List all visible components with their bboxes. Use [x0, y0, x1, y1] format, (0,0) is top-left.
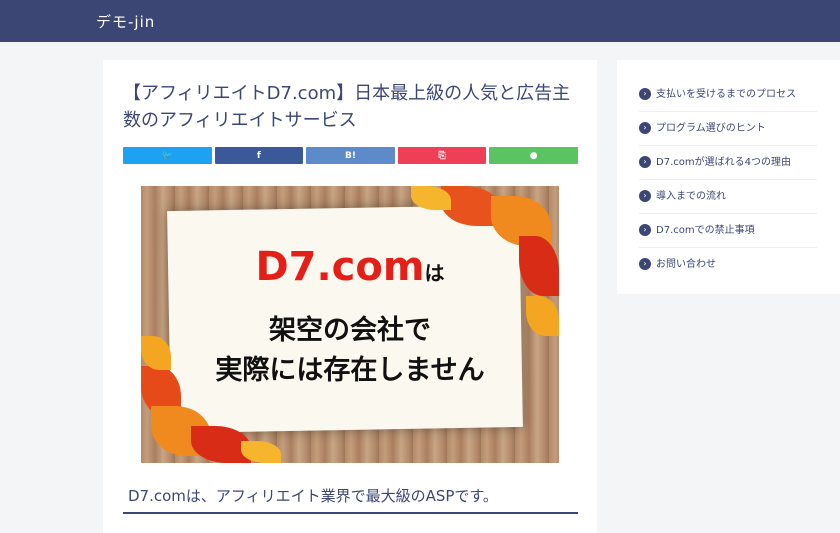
- sidebar-item-label: D7.comが選ばれる4つの理由: [656, 157, 791, 168]
- sidebar-item-four-reasons[interactable]: › D7.comが選ばれる4つの理由: [639, 146, 817, 180]
- sidebar-item-onboarding-flow[interactable]: › 導入までの流れ: [639, 180, 817, 214]
- sidebar-item-payment-process[interactable]: › 支払いを受けるまでのプロセス: [639, 79, 817, 112]
- hero-line-1: D7.comは: [141, 244, 559, 290]
- sidebar: › 支払いを受けるまでのプロセス › プログラム選びのヒント › D7.comが…: [617, 60, 840, 294]
- site-title[interactable]: デモ-jin: [96, 11, 155, 32]
- site-header: デモ-jin: [0, 0, 840, 42]
- hatena-icon: B!: [345, 150, 356, 161]
- sidebar-item-prohibited[interactable]: › D7.comでの禁止事項: [639, 214, 817, 248]
- facebook-icon: f: [256, 150, 261, 161]
- sidebar-item-label: 支払いを受けるまでのプロセス: [656, 89, 796, 100]
- chevron-right-icon: ›: [639, 258, 651, 270]
- share-facebook-button[interactable]: f: [214, 147, 304, 164]
- line-icon: ●: [529, 150, 538, 161]
- sidebar-item-contact[interactable]: › お問い合わせ: [639, 248, 817, 281]
- featured-image: D7.comは 架空の会社で 実際には存在しません: [141, 186, 559, 463]
- sidebar-menu: › 支払いを受けるまでのプロセス › プログラム選びのヒント › D7.comが…: [639, 79, 817, 281]
- hero-brand-text: D7.com: [255, 244, 425, 290]
- main-content: 【アフィリエイトD7.com】日本最上級の人気と広告主数のアフィリエイトサービス…: [103, 60, 597, 533]
- chevron-right-icon: ›: [639, 190, 651, 202]
- share-buttons: 🐦 f B! ⎘ ●: [123, 147, 578, 164]
- share-twitter-button[interactable]: 🐦: [123, 147, 212, 164]
- sidebar-item-label: 導入までの流れ: [656, 191, 726, 202]
- hero-line-2: 架空の会社で: [269, 315, 431, 346]
- chevron-right-icon: ›: [639, 88, 651, 100]
- sidebar-item-program-tips[interactable]: › プログラム選びのヒント: [639, 112, 817, 146]
- lead-heading: D7.comは、アフィリエイト業界で最大級のASPです。: [123, 485, 578, 514]
- share-pocket-button[interactable]: ⎘: [397, 147, 487, 164]
- sidebar-item-label: プログラム選びのヒント: [656, 123, 766, 134]
- share-line-button[interactable]: ●: [489, 147, 578, 164]
- chevron-right-icon: ›: [639, 224, 651, 236]
- hero-particle-text: は: [424, 261, 445, 285]
- chevron-right-icon: ›: [639, 122, 651, 134]
- chevron-right-icon: ›: [639, 156, 651, 168]
- share-hatena-button[interactable]: B!: [306, 147, 395, 164]
- post-title: 【アフィリエイトD7.com】日本最上級の人気と広告主数のアフィリエイトサービス: [123, 83, 571, 131]
- twitter-icon: 🐦: [161, 150, 173, 161]
- sidebar-item-label: D7.comでの禁止事項: [656, 225, 755, 236]
- hero-line-3: 実際には存在しません: [215, 355, 485, 386]
- pocket-icon: ⎘: [438, 150, 446, 161]
- sidebar-item-label: お問い合わせ: [656, 259, 716, 270]
